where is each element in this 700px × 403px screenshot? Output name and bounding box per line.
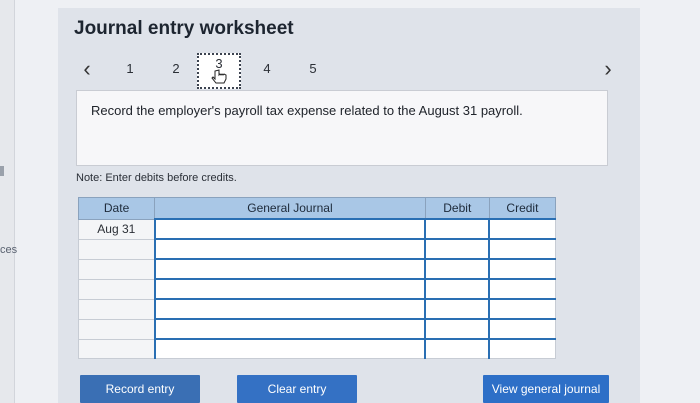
general-journal-input[interactable] — [153, 298, 426, 320]
date-cell[interactable] — [77, 338, 156, 359]
credit-input[interactable] — [488, 218, 557, 240]
general-journal-input[interactable] — [153, 278, 426, 300]
credit-input[interactable] — [488, 278, 557, 300]
prompt-text: Record the employer's payroll tax expens… — [91, 103, 523, 118]
header-credit: Credit — [488, 197, 557, 220]
clear-entry-button[interactable]: Clear entry — [237, 375, 357, 403]
debit-input[interactable] — [424, 238, 490, 260]
chevron-right-icon[interactable]: › — [597, 56, 619, 82]
credit-input[interactable] — [488, 318, 557, 340]
table-row — [77, 338, 557, 359]
table-row — [77, 278, 557, 300]
page-2-button[interactable]: 2 — [164, 58, 188, 80]
table-row — [77, 318, 557, 340]
hand-pointer-icon — [211, 69, 227, 84]
debit-input[interactable] — [424, 218, 490, 240]
table-row — [77, 258, 557, 280]
left-sidebar-text: ces — [0, 244, 18, 256]
debit-input[interactable] — [424, 338, 490, 359]
left-sidebar-strip — [0, 0, 15, 403]
debit-input[interactable] — [424, 278, 490, 300]
view-general-journal-button[interactable]: View general journal — [483, 375, 609, 403]
journal-body: Aug 31 — [77, 218, 557, 359]
table-row: Aug 31 — [77, 218, 557, 240]
date-cell[interactable] — [77, 238, 156, 260]
date-cell[interactable] — [77, 258, 156, 280]
page-1-button[interactable]: 1 — [118, 58, 142, 80]
worksheet-title: Journal entry worksheet — [74, 18, 294, 39]
credit-input[interactable] — [488, 238, 557, 260]
credit-input[interactable] — [488, 298, 557, 320]
debit-input[interactable] — [424, 298, 490, 320]
note-text: Note: Enter debits before credits. — [76, 172, 237, 184]
header-debit: Debit — [424, 197, 490, 220]
credit-input[interactable] — [488, 338, 557, 359]
prompt-box: Record the employer's payroll tax expens… — [76, 90, 608, 166]
header-date: Date — [77, 197, 156, 220]
date-cell[interactable]: Aug 31 — [77, 218, 156, 240]
table-row — [77, 298, 557, 320]
header-general-journal: General Journal — [154, 197, 426, 220]
journal-table: Date General Journal Debit Credit Aug 31 — [77, 197, 557, 359]
page-4-button[interactable]: 4 — [255, 58, 279, 80]
credit-input[interactable] — [488, 258, 557, 280]
chevron-left-icon[interactable]: ‹ — [76, 56, 98, 82]
table-row — [77, 238, 557, 260]
page-3-button[interactable]: 3 — [197, 53, 241, 89]
general-journal-input[interactable] — [153, 318, 426, 340]
debit-input[interactable] — [424, 258, 490, 280]
date-cell[interactable] — [77, 278, 156, 300]
journal-header-row: Date General Journal Debit Credit — [77, 197, 557, 220]
general-journal-input[interactable] — [153, 238, 426, 260]
date-cell[interactable] — [77, 318, 156, 340]
general-journal-input[interactable] — [153, 258, 426, 280]
left-sidebar-marker — [0, 166, 4, 176]
page-5-button[interactable]: 5 — [301, 58, 325, 80]
date-cell[interactable] — [77, 298, 156, 320]
debit-input[interactable] — [424, 318, 490, 340]
record-entry-button[interactable]: Record entry — [80, 375, 200, 403]
general-journal-input[interactable] — [153, 218, 426, 240]
general-journal-input[interactable] — [153, 338, 426, 359]
